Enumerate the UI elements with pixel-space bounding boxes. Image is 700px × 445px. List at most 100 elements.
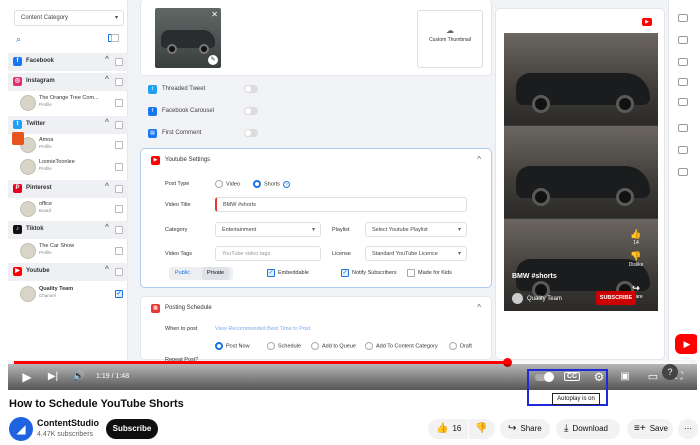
- twitter-icon: t: [13, 120, 22, 129]
- video-title-input[interactable]: BMW #shorts: [215, 197, 467, 212]
- group-youtube[interactable]: ▶ Youtube ^: [8, 263, 128, 281]
- facebook-carousel-toggle[interactable]: [244, 107, 258, 115]
- folder-icon[interactable]: [678, 58, 688, 66]
- select-all-checkbox[interactable]: [111, 34, 119, 42]
- account-checkbox[interactable]: [115, 163, 123, 171]
- checkbox-label: Made for Kids: [418, 270, 452, 276]
- account-checkbox[interactable]: [115, 99, 123, 107]
- account-checkbox[interactable]: [115, 247, 123, 255]
- first-comment-toggle[interactable]: [244, 129, 258, 137]
- megaphone-icon[interactable]: [678, 124, 688, 132]
- like-action[interactable]: 👍 14: [628, 229, 644, 246]
- group-checkbox[interactable]: [115, 226, 123, 234]
- settings-icon[interactable]: [678, 14, 688, 22]
- post-type-shorts-radio[interactable]: Shorts?: [253, 180, 290, 188]
- download-button[interactable]: ⤓ Download: [556, 419, 620, 439]
- checkbox-label: Notify Subscribers: [352, 270, 397, 276]
- notify-subscribers-checkbox[interactable]: ✓ Notify Subscribers: [341, 269, 397, 277]
- option-first-comment: ▤ First Comment: [148, 129, 258, 142]
- account-item[interactable]: The Car Show Profile: [8, 240, 128, 264]
- chevron-up-icon[interactable]: ^: [105, 119, 109, 126]
- custom-thumbnail-button[interactable]: ☁ Custom Thumbnail: [417, 10, 483, 68]
- help-icon[interactable]: ?: [282, 180, 290, 188]
- group-checkbox[interactable]: [115, 185, 123, 193]
- account-item[interactable]: office Board: [8, 198, 128, 222]
- channel-name[interactable]: ContentStudio: [37, 418, 99, 428]
- chevron-up-icon[interactable]: ^: [105, 183, 109, 190]
- save-button[interactable]: ≡+ Save: [627, 419, 673, 439]
- account-item[interactable]: LoonieToonlee Profile: [8, 156, 128, 180]
- group-facebook[interactable]: f Facebook ^: [8, 53, 128, 71]
- group-tiktok[interactable]: ♪ Tiktok ^: [8, 221, 128, 239]
- share-icon[interactable]: [678, 146, 688, 154]
- group-pinterest[interactable]: P Pinterest ^: [8, 180, 128, 198]
- group-checkbox[interactable]: [115, 121, 123, 129]
- subscribe-button[interactable]: Subscribe: [106, 419, 158, 439]
- chat-icon[interactable]: [678, 168, 688, 176]
- chevron-up-icon[interactable]: ^: [105, 224, 109, 231]
- dislike-action[interactable]: 👎 Dislike: [628, 251, 644, 268]
- dislike-button[interactable]: 👎: [469, 419, 495, 439]
- privacy-private-option[interactable]: Private: [202, 267, 230, 280]
- close-icon[interactable]: ✕: [211, 10, 218, 19]
- group-twitter[interactable]: t Twitter ^: [8, 116, 128, 134]
- youtube-settings-header[interactable]: ▶ Youtube Settings: [151, 156, 211, 165]
- play-icon[interactable]: ▶: [18, 368, 36, 386]
- group-instagram[interactable]: ◎ Instagram ^: [8, 73, 128, 91]
- right-icon-rail: [668, 0, 697, 360]
- group-checkbox[interactable]: [115, 268, 123, 276]
- schedule-radio[interactable]: Schedule: [267, 342, 301, 350]
- privacy-public-option[interactable]: Public: [175, 270, 190, 276]
- channel-avatar[interactable]: ◢: [9, 417, 33, 441]
- edit-icon[interactable]: ✎: [208, 55, 218, 65]
- chevron-up-icon[interactable]: ^: [105, 266, 109, 273]
- group-label: Instagram: [26, 78, 55, 84]
- group-checkbox[interactable]: [115, 58, 123, 66]
- group-checkbox[interactable]: [115, 78, 123, 86]
- post-now-radio[interactable]: Post Now: [215, 342, 250, 350]
- image-icon[interactable]: [678, 36, 688, 44]
- chevron-up-icon[interactable]: ^: [105, 76, 109, 83]
- media-card: ✕ ✎ ☁ Custom Thumbnail: [140, 0, 492, 76]
- add-to-queue-radio[interactable]: Add to Queue: [311, 342, 356, 350]
- category-select[interactable]: Entertainment ▾: [215, 222, 321, 237]
- posting-schedule-header[interactable]: ▦ Posting Schedule: [151, 304, 212, 313]
- content-category-select[interactable]: Content Category ▾: [14, 10, 124, 26]
- share-button[interactable]: ↪ Share: [500, 419, 550, 439]
- add-to-content-category-radio[interactable]: Add To Content Category: [365, 342, 438, 350]
- chevron-up-icon[interactable]: ^: [477, 303, 481, 312]
- chevron-up-icon[interactable]: ^: [477, 155, 481, 164]
- volume-icon[interactable]: 🔊: [70, 368, 88, 386]
- playlist-select[interactable]: Select Youtube Playlist ▾: [365, 222, 467, 237]
- account-item[interactable]: Amna Profile: [8, 134, 128, 158]
- post-type-video-radio[interactable]: Video: [215, 180, 240, 188]
- panel-title: Youtube Settings: [165, 157, 211, 163]
- hashtag-icon[interactable]: [678, 78, 688, 86]
- activity-icon[interactable]: [678, 98, 688, 106]
- account-checkbox-checked[interactable]: ✓: [115, 290, 123, 298]
- video-tags-input[interactable]: YouTube video tags: [215, 246, 321, 261]
- recommended-time-link[interactable]: View Recommended Best Time to Post: [215, 326, 310, 332]
- threaded-tweet-toggle[interactable]: [244, 85, 258, 93]
- more-actions-button[interactable]: ⋯: [678, 419, 698, 439]
- account-item[interactable]: Quality Team Channel ✓: [8, 283, 128, 307]
- made-for-kids-checkbox[interactable]: Made for Kids: [407, 269, 452, 277]
- like-button[interactable]: 👍 16: [428, 419, 468, 439]
- video-thumbnail[interactable]: ✕ ✎: [155, 8, 221, 68]
- embeddable-checkbox[interactable]: ✓ Embeddable: [267, 269, 309, 277]
- preview-subscribe-button[interactable]: SUBSCRIBE: [596, 291, 636, 305]
- composer-area: ✕ ✎ ☁ Custom Thumbnail t Threaded Tweet f Fa…: [140, 0, 492, 363]
- license-select[interactable]: Standard YouTube Licence ▾: [365, 246, 467, 261]
- account-item[interactable]: The Orange Tree Com... Profile: [8, 92, 128, 116]
- next-icon[interactable]: ▶|: [44, 368, 62, 386]
- account-checkbox[interactable]: [115, 205, 123, 213]
- miniplayer-icon[interactable]: ▣: [616, 368, 634, 386]
- theater-mode-icon[interactable]: ▭: [644, 368, 662, 386]
- chevron-up-icon[interactable]: ^: [105, 56, 109, 63]
- account-checkbox[interactable]: [115, 141, 123, 149]
- pinterest-icon: P: [13, 184, 22, 193]
- help-icon[interactable]: ?: [662, 364, 678, 380]
- video-player[interactable]: Content Category ▾ ⌕ ^ f Facebook ^ ◎ Instag…: [8, 0, 697, 390]
- search-icon[interactable]: ⌕: [16, 34, 21, 45]
- draft-radio[interactable]: Draft: [449, 342, 472, 350]
